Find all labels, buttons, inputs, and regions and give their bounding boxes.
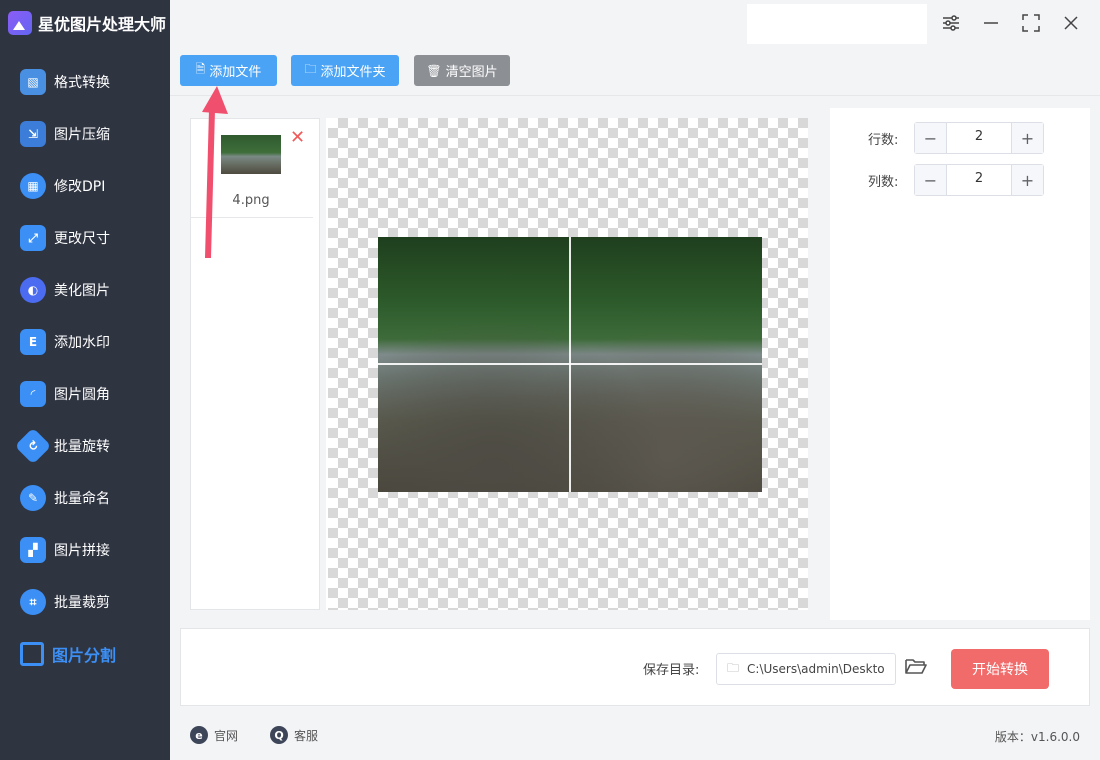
sidebar-item-resize[interactable]: ⤢ 更改尺寸 — [0, 212, 170, 264]
compress-icon: ⇲ — [20, 121, 46, 147]
crop-icon: ⌗ — [20, 589, 46, 615]
app-logo-icon — [8, 11, 32, 35]
sidebar-item-puzzle[interactable]: ▞ 图片拼接 — [0, 524, 170, 576]
clear-images-label: 清空图片 — [445, 65, 498, 80]
rows-increment-button[interactable]: + — [1011, 123, 1043, 153]
sidebar-item-label: 修改DPI — [54, 179, 106, 195]
sidebar-item-label: 图片拼接 — [54, 543, 110, 559]
browse-folder-icon[interactable] — [905, 657, 927, 680]
beautify-icon: ◐ — [20, 277, 46, 303]
round-corner-icon: ◜ — [20, 381, 46, 407]
cols-increment-button[interactable]: + — [1011, 165, 1043, 195]
sidebar-item-crop[interactable]: ⌗ 批量裁剪 — [0, 576, 170, 628]
annotation-arrow-icon — [202, 86, 228, 258]
save-dir-input[interactable]: 🗀 C:\Users\admin\Deskto — [716, 653, 896, 685]
title-bar-blank — [747, 4, 927, 44]
dpi-icon: ▦ — [20, 173, 46, 199]
app-title: 星优图片处理大师 — [8, 8, 166, 38]
clear-images-button[interactable]: 🗑 清空图片 — [414, 55, 510, 86]
transparency-checkerboard — [328, 118, 808, 610]
sidebar-item-label: 批量旋转 — [54, 439, 110, 455]
sidebar-item-label: 图片圆角 — [54, 387, 110, 403]
sidebar-item-label: 更改尺寸 — [54, 231, 110, 247]
save-dir-path: C:\Users\admin\Deskto — [747, 662, 885, 676]
cols-value[interactable]: 2 — [947, 171, 1011, 186]
remove-file-close-icon[interactable]: ✕ — [290, 127, 305, 148]
add-file-label: 添加文件 — [209, 65, 262, 80]
sidebar-item-format-convert[interactable]: ▧ 格式转换 — [0, 56, 170, 108]
footer: e 官网 Q 客服 版本：v1.6.0.0 — [170, 712, 1100, 760]
split-settings-panel: 行数: − 2 + 列数: − 2 + — [830, 108, 1090, 620]
maximize-icon[interactable] — [1020, 12, 1042, 34]
sidebar-item-label: 图片分割 — [52, 646, 117, 665]
folder-icon: 🗀 — [304, 62, 317, 76]
sidebar-item-compress[interactable]: ⇲ 图片压缩 — [0, 108, 170, 160]
cols-stepper[interactable]: − 2 + — [914, 164, 1044, 196]
save-panel: 保存目录: 🗀 C:\Users\admin\Deskto 开始转换 — [180, 628, 1090, 706]
puzzle-icon: ▞ — [20, 537, 46, 563]
trash-icon: 🗑 — [426, 63, 442, 78]
sidebar-item-rotate[interactable]: ↻ 批量旋转 — [0, 420, 170, 472]
preview-image — [378, 237, 762, 492]
split-icon — [20, 642, 44, 666]
version-label: 版本：v1.6.0.0 — [994, 730, 1080, 744]
rotate-icon: ↻ — [14, 427, 52, 465]
sidebar-item-label: 添加水印 — [54, 335, 110, 351]
rows-label: 行数: — [868, 133, 899, 148]
sidebar-item-label: 批量裁剪 — [54, 595, 110, 611]
title-bar — [170, 0, 1100, 46]
sidebar-item-label: 图片压缩 — [54, 127, 110, 143]
app-title-text: 星优图片处理大师 — [38, 15, 167, 34]
rename-icon: ✎ — [20, 485, 46, 511]
sidebar-item-round-corner[interactable]: ◜ 图片圆角 — [0, 368, 170, 420]
watermark-icon: E — [20, 329, 46, 355]
rows-decrement-button[interactable]: − — [915, 123, 947, 153]
minimize-icon[interactable] — [980, 12, 1002, 34]
resize-icon: ⤢ — [20, 225, 46, 251]
save-dir-label: 保存目录: — [643, 663, 700, 678]
sidebar-item-watermark[interactable]: E 添加水印 — [0, 316, 170, 368]
close-icon[interactable] — [1060, 12, 1082, 34]
sidebar-item-split[interactable]: 图片分割 — [0, 628, 170, 680]
support-label: 客服 — [294, 728, 319, 743]
cols-label: 列数: — [868, 175, 899, 190]
image-icon: ▧ — [20, 69, 46, 95]
rows-setting: 行数: − 2 + — [830, 122, 1090, 154]
sidebar-item-beautify[interactable]: ◐ 美化图片 — [0, 264, 170, 316]
support-link[interactable]: Q 客服 — [270, 726, 318, 744]
support-chat-icon: Q — [270, 726, 288, 744]
website-label: 官网 — [214, 728, 239, 743]
toolbar: 🗎 添加文件 🗀 添加文件夹 🗑 清空图片 — [170, 46, 1100, 96]
rows-stepper[interactable]: − 2 + — [914, 122, 1044, 154]
cols-setting: 列数: − 2 + — [830, 164, 1090, 196]
website-icon: e — [190, 726, 208, 744]
start-convert-button[interactable]: 开始转换 — [951, 649, 1049, 689]
preview-area — [326, 118, 808, 610]
sidebar: 星优图片处理大师 ▧ 格式转换 ⇲ 图片压缩 ▦ 修改DPI ⤢ 更改尺寸 ◐ … — [0, 0, 170, 760]
folder-outline-icon: 🗀 — [727, 660, 740, 675]
split-line-horizontal — [378, 363, 762, 365]
website-link[interactable]: e 官网 — [190, 726, 238, 744]
sidebar-nav: ▧ 格式转换 ⇲ 图片压缩 ▦ 修改DPI ⤢ 更改尺寸 ◐ 美化图片 E 添加… — [0, 56, 170, 680]
settings-sliders-icon[interactable] — [940, 12, 962, 34]
cols-decrement-button[interactable]: − — [915, 165, 947, 195]
sidebar-item-label: 美化图片 — [54, 283, 110, 299]
add-folder-label: 添加文件夹 — [320, 65, 386, 80]
rows-value[interactable]: 2 — [947, 129, 1011, 144]
sidebar-item-label: 批量命名 — [54, 491, 110, 507]
sidebar-item-label: 格式转换 — [54, 75, 110, 91]
add-folder-button[interactable]: 🗀 添加文件夹 — [291, 55, 399, 86]
sidebar-item-rename[interactable]: ✎ 批量命名 — [0, 472, 170, 524]
file-icon: 🗎 — [195, 62, 206, 76]
sidebar-item-dpi[interactable]: ▦ 修改DPI — [0, 160, 170, 212]
